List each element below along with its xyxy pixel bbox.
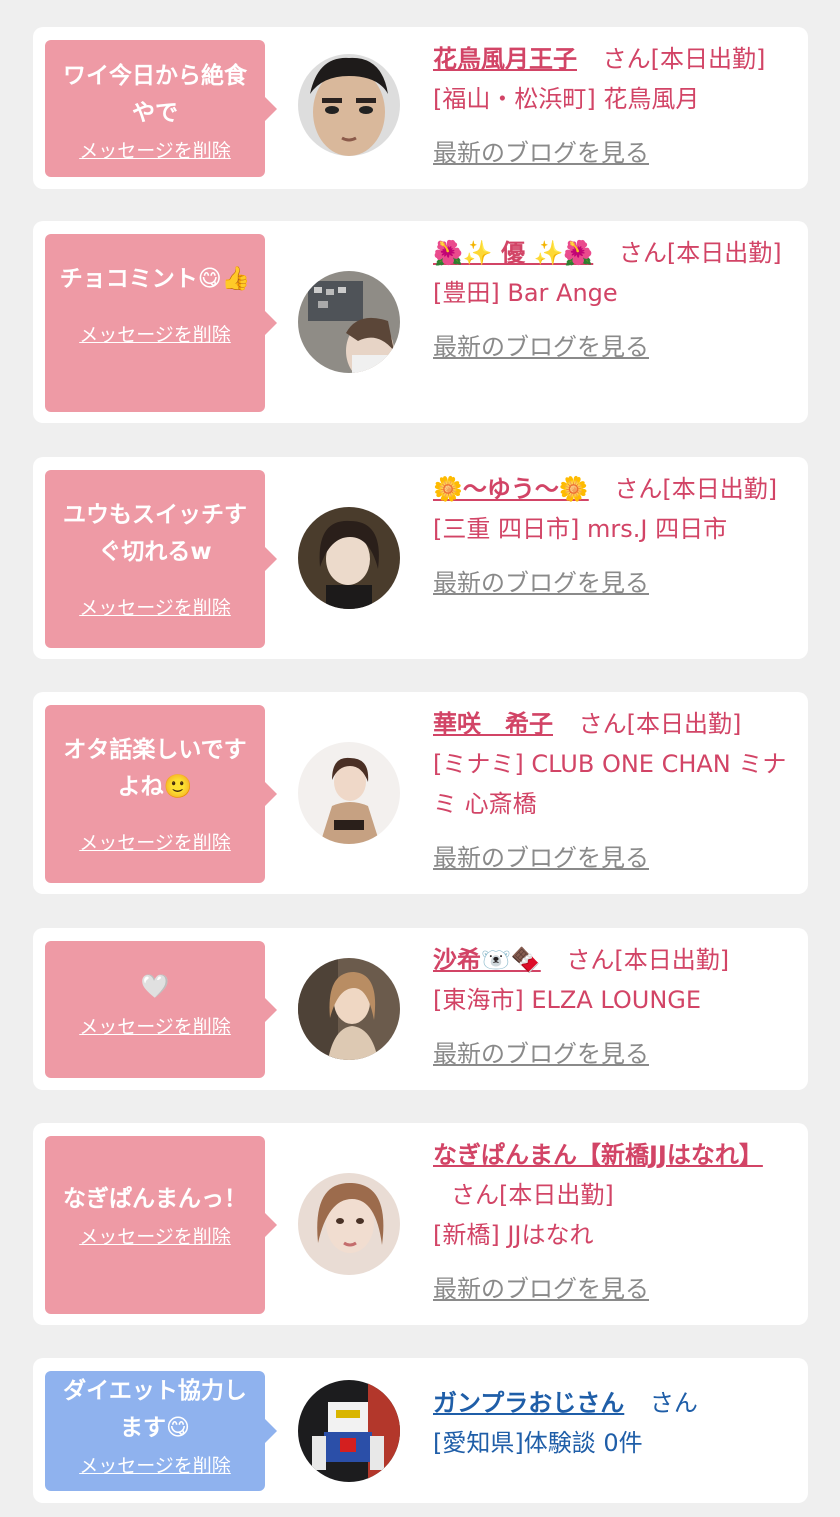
user-card: 🤍 メッセージを削除 沙希🐻‍❄️🍫 さん[本日出勤] [東海市] ELZA L… <box>33 928 808 1090</box>
message-bubble: 🤍 メッセージを削除 <box>45 941 277 1078</box>
avatar[interactable] <box>298 271 400 373</box>
avatar[interactable] <box>298 742 400 844</box>
blog-link[interactable]: 最新のブログを見る <box>433 1034 796 1074</box>
delete-message-link[interactable]: メッセージを削除 <box>45 320 265 347</box>
status-text: さん <box>649 1389 698 1417</box>
message-bubble: ユウもスイッチすぐ切れるw メッセージを削除 <box>45 470 277 648</box>
user-card: なぎぱんまんっ！ メッセージを削除 なぎぱんまん【新橋JJはなれ】 さん[本日出… <box>33 1123 808 1325</box>
delete-message-link[interactable]: メッセージを削除 <box>45 828 265 855</box>
message-text: 🤍 <box>45 941 265 1006</box>
delete-message-link[interactable]: メッセージを削除 <box>45 1012 265 1039</box>
user-name-link[interactable]: 🌼〜ゆう〜🌼 <box>433 475 589 503</box>
heart-icon: 🤍 <box>140 974 170 1000</box>
user-card: ダイエット協力します😋 メッセージを削除 ガンプラおじさん さん [愛知県]体験… <box>33 1358 808 1503</box>
message-text: チョコミント😋👍 <box>59 266 251 292</box>
location-text: [ミナミ] CLUB ONE CHAN ミナミ 心斎橋 <box>433 750 787 818</box>
location-text: [愛知県]体験談 0件 <box>433 1429 643 1457</box>
location-text: [福山・松浜町] 花鳥風月 <box>433 85 700 113</box>
message-bubble: オタ話楽しいですよね🙂 メッセージを削除 <box>45 705 277 883</box>
message-text: なぎぱんまんっ！ <box>63 1186 247 1212</box>
blog-link[interactable]: 最新のブログを見る <box>433 1269 796 1309</box>
avatar[interactable] <box>298 507 400 609</box>
user-name-link[interactable]: なぎぱんまん【新橋JJはなれ】 <box>433 1141 763 1169</box>
status-text: さん[本日出勤] <box>566 946 730 974</box>
delete-message-link[interactable]: メッセージを削除 <box>45 593 265 620</box>
status-text: さん[本日出勤] <box>614 475 778 503</box>
user-info: 沙希🐻‍❄️🍫 さん[本日出勤] [東海市] ELZA LOUNGE 最新のブロ… <box>433 940 796 1074</box>
user-name-link[interactable]: 華咲 希子 <box>433 710 553 738</box>
avatar[interactable] <box>298 1173 400 1275</box>
user-card: ワイ今日から絶食やで メッセージを削除 花鳥風月王子 さん[本日出勤] [福山・… <box>33 27 808 189</box>
user-info: 🌼〜ゆう〜🌼 さん[本日出勤] [三重 四日市] mrs.J 四日市 最新のブロ… <box>433 469 796 603</box>
avatar[interactable] <box>298 1380 400 1482</box>
user-name-link[interactable]: ガンプラおじさん <box>433 1389 624 1417</box>
user-info: 🌺✨ 優 ✨🌺 さん[本日出勤] [豊田] Bar Ange 最新のブログを見る <box>433 233 796 367</box>
location-text: [三重 四日市] mrs.J 四日市 <box>433 515 728 543</box>
message-bubble: ダイエット協力します😋 メッセージを削除 <box>45 1371 277 1491</box>
status-text: さん[本日出勤] <box>578 710 742 738</box>
user-card: オタ話楽しいですよね🙂 メッセージを削除 華咲 希子 さん[本日出勤] [ミナミ… <box>33 692 808 894</box>
user-info: 花鳥風月王子 さん[本日出勤] [福山・松浜町] 花鳥風月 最新のブログを見る <box>433 39 796 173</box>
blog-link[interactable]: 最新のブログを見る <box>433 838 796 878</box>
user-info: なぎぱんまん【新橋JJはなれ】 さん[本日出勤] [新橋] JJはなれ 最新のブ… <box>433 1135 796 1309</box>
user-card: チョコミント😋👍 メッセージを削除 🌺✨ 優 ✨🌺 さん[本日出勤] [豊田] … <box>33 221 808 423</box>
delete-message-link[interactable]: メッセージを削除 <box>45 136 265 163</box>
user-card: ユウもスイッチすぐ切れるw メッセージを削除 🌼〜ゆう〜🌼 さん[本日出勤] [… <box>33 457 808 659</box>
delete-message-link[interactable]: メッセージを削除 <box>45 1222 265 1249</box>
blog-link[interactable]: 最新のブログを見る <box>433 327 796 367</box>
message-text: ワイ今日から絶食やで <box>63 63 247 126</box>
blog-link[interactable]: 最新のブログを見る <box>433 563 796 603</box>
user-name-link[interactable]: 🌺✨ 優 ✨🌺 <box>433 239 593 267</box>
message-text: ユウもスイッチすぐ切れるw <box>63 502 247 565</box>
status-text: さん[本日出勤] <box>451 1181 614 1209</box>
delete-message-link[interactable]: メッセージを削除 <box>45 1451 265 1478</box>
user-info: ガンプラおじさん さん [愛知県]体験談 0件 <box>433 1383 796 1463</box>
avatar[interactable] <box>298 958 400 1060</box>
location-text: [豊田] Bar Ange <box>433 279 618 307</box>
message-bubble: チョコミント😋👍 メッセージを削除 <box>45 234 277 412</box>
user-info: 華咲 希子 さん[本日出勤] [ミナミ] CLUB ONE CHAN ミナミ 心… <box>433 704 796 878</box>
message-text: オタ話楽しいですよね🙂 <box>63 737 247 800</box>
location-text: [新橋] JJはなれ <box>433 1221 594 1249</box>
status-text: さん[本日出勤] <box>602 45 766 73</box>
user-name-link[interactable]: 沙希🐻‍❄️🍫 <box>433 946 541 974</box>
blog-link[interactable]: 最新のブログを見る <box>433 133 796 173</box>
avatar[interactable] <box>298 54 400 156</box>
message-text: ダイエット協力します😋 <box>63 1378 247 1441</box>
location-text: [東海市] ELZA LOUNGE <box>433 986 702 1014</box>
message-bubble: ワイ今日から絶食やで メッセージを削除 <box>45 40 277 177</box>
user-name-link[interactable]: 花鳥風月王子 <box>433 45 577 73</box>
status-text: さん[本日出勤] <box>618 239 782 267</box>
message-bubble: なぎぱんまんっ！ メッセージを削除 <box>45 1136 277 1314</box>
